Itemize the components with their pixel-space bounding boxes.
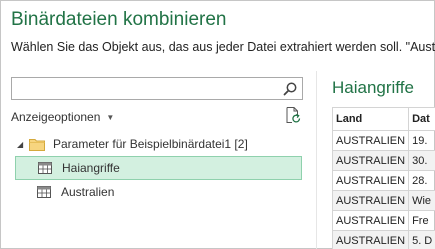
table-cell: AUSTRALIEN xyxy=(331,190,410,211)
refresh-icon[interactable] xyxy=(284,106,302,124)
combine-binaries-dialog: Binärdateien kombinieren Wählen Sie das … xyxy=(0,0,435,249)
table-icon xyxy=(38,162,52,174)
table-cell: 19. xyxy=(408,130,435,151)
search-icon[interactable] xyxy=(282,81,298,97)
table-row: AUSTRALIEN Fre xyxy=(331,210,435,231)
table-row: AUSTRALIEN 5. D xyxy=(331,230,435,249)
column-header-land[interactable]: Land xyxy=(331,107,410,131)
table-cell: AUSTRALIEN xyxy=(331,230,410,249)
table-row: AUSTRALIEN 28. xyxy=(331,170,435,191)
table-cell: AUSTRALIEN xyxy=(331,170,410,191)
display-options-label: Anzeigeoptionen xyxy=(11,110,101,124)
tree-item-label: Australien xyxy=(61,185,115,199)
table-row: AUSTRALIEN 30. xyxy=(331,150,435,171)
column-header-datum[interactable]: Dat xyxy=(408,107,435,131)
tree-item-australien[interactable]: Australien xyxy=(15,180,303,204)
folder-icon xyxy=(29,138,45,151)
search-input[interactable] xyxy=(12,78,272,99)
table-row: AUSTRALIEN 19. xyxy=(331,130,435,151)
table-cell: Fre xyxy=(408,210,435,231)
chevron-down-icon: ▼ xyxy=(106,113,115,122)
display-options-dropdown[interactable]: Anzeigeoptionen ▼ xyxy=(11,110,114,124)
search-field[interactable] xyxy=(11,77,303,100)
tree-item-haiangriffe[interactable]: Haiangriffe xyxy=(15,156,302,180)
navigator-tree: ◢ Parameter für Beispielbinärdatei1 [2] … xyxy=(15,132,303,204)
table-cell: 30. xyxy=(408,150,435,171)
dialog-title: Binärdateien kombinieren xyxy=(11,9,227,30)
table-cell: AUSTRALIEN xyxy=(331,130,410,151)
tree-folder-label: Parameter für Beispielbinärdatei1 [2] xyxy=(53,137,248,151)
pane-divider[interactable] xyxy=(316,71,317,249)
preview-title: Haiangriffe xyxy=(332,78,414,97)
table-cell: AUSTRALIEN xyxy=(331,150,410,171)
table-header-row: Land Dat xyxy=(331,107,435,131)
tree-folder-row[interactable]: ◢ Parameter für Beispielbinärdatei1 [2] xyxy=(15,132,303,156)
table-cell: 5. D xyxy=(408,230,435,249)
expand-triangle-icon[interactable]: ◢ xyxy=(17,140,29,149)
table-cell: Wie xyxy=(408,190,435,211)
tree-item-label: Haiangriffe xyxy=(62,161,120,175)
table-row: AUSTRALIEN Wie xyxy=(331,190,435,211)
table-icon xyxy=(37,186,51,198)
table-cell: AUSTRALIEN xyxy=(331,210,410,231)
dialog-instruction: Wählen Sie das Objekt aus, das aus jeder… xyxy=(11,40,435,54)
preview-table: Land Dat AUSTRALIEN 19. AUSTRALIEN 30. A… xyxy=(331,107,435,249)
table-cell: 28. xyxy=(408,170,435,191)
